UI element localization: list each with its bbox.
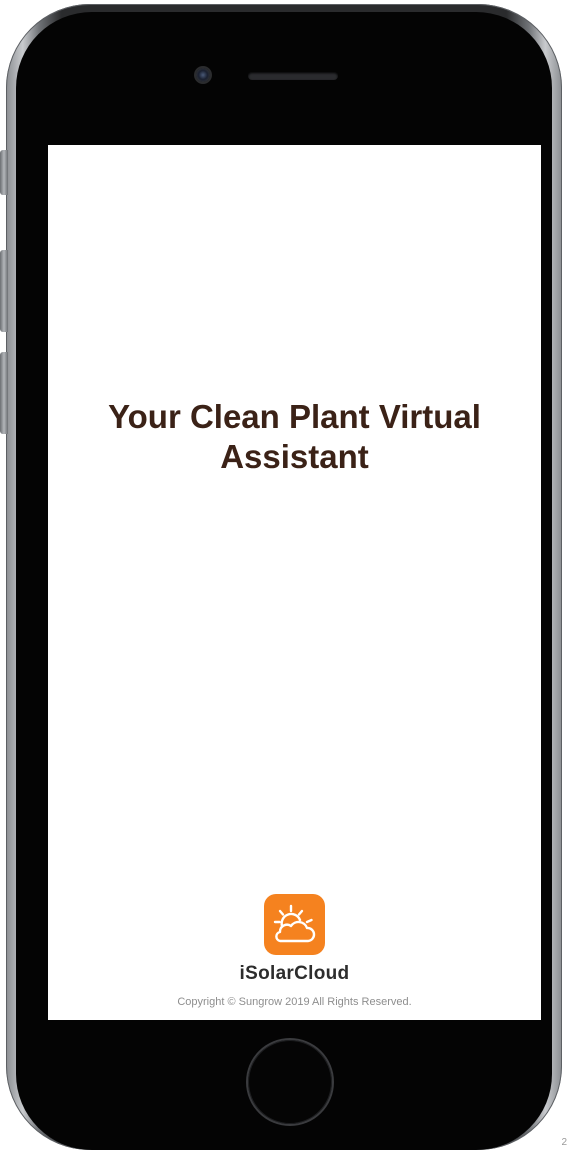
sun-cloud-glyph [273,904,316,943]
corner-mark: 2 [561,1137,567,1148]
device-stage: Your Clean Plant Virtual Assistant iSola… [0,0,567,1150]
front-camera-icon [196,68,210,82]
splash-screen: Your Clean Plant Virtual Assistant iSola… [48,145,541,1020]
brand-name: iSolarCloud [239,963,350,984]
volume-down-button[interactable] [0,352,8,434]
home-button[interactable] [248,1040,332,1124]
mute-switch[interactable] [0,150,8,195]
earpiece-speaker [248,72,338,80]
copyright-text: Copyright © Sungrow 2019 All Rights Rese… [177,996,412,1008]
volume-up-button[interactable] [0,250,8,332]
splash-headline: Your Clean Plant Virtual Assistant [108,398,481,475]
sun-cloud-icon [264,894,325,955]
